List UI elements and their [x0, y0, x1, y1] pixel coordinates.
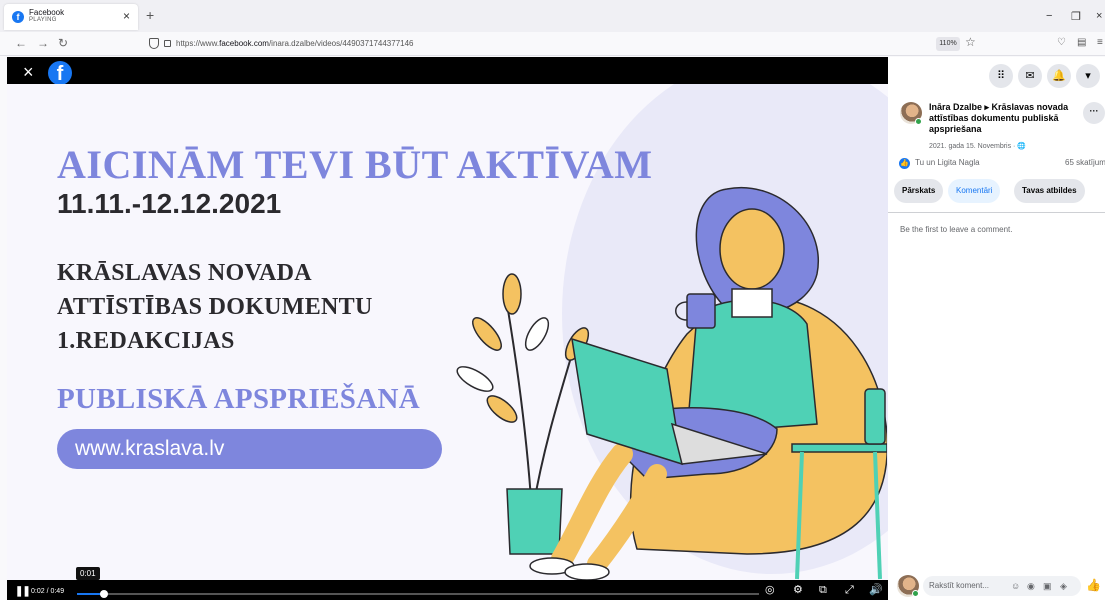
reader-icon[interactable]: ▤ [1077, 37, 1086, 49]
slide-line-2: ATTĪSTĪBAS DOKUMENTU [57, 294, 373, 320]
reactions-summary[interactable]: Tu un Ligita Nagla [915, 158, 980, 167]
lock-icon[interactable] [164, 40, 171, 47]
comment-input[interactable]: Rakstīt koment... ☺ ◉ ▣ ◈ [923, 576, 1081, 596]
tab-your-replies[interactable]: Tavas atbildes [1014, 179, 1085, 203]
comment-placeholder: Rakstīt koment... [929, 581, 990, 590]
more-options-icon[interactable]: ··· [1083, 102, 1105, 124]
volume-icon[interactable]: 🔊 [869, 585, 883, 596]
pocket-icon[interactable]: ♡ [1057, 37, 1066, 49]
restore-icon[interactable]: ❐ [1071, 10, 1081, 23]
sticker-icon[interactable]: ◈ [1060, 576, 1067, 596]
video-player[interactable]: × f AICINĀM TEVI BŪT AKTĪVAM 11.11.-12.1… [7, 57, 888, 600]
empty-comments-message: Be the first to leave a comment. [900, 225, 1013, 234]
close-tab-icon[interactable]: × [123, 10, 130, 22]
notifications-bell-icon[interactable]: 🔔 [1047, 64, 1071, 88]
tracking-shield-icon[interactable] [149, 38, 159, 49]
close-video-icon[interactable]: × [23, 63, 34, 81]
bookmark-star-icon[interactable]: ☆ [965, 36, 976, 48]
close-window-icon[interactable]: × [1096, 10, 1102, 22]
emoji-icon[interactable]: ☺ [1011, 576, 1020, 596]
url-bar[interactable]: https://www.facebook.com/inara.dzalbe/vi… [176, 39, 414, 48]
post-date[interactable]: 2021. gada 15. Novembris · 🌐 [929, 142, 1026, 150]
fullscreen-icon[interactable]: ⤢ [845, 585, 854, 596]
video-frame: AICINĀM TEVI BŪT AKTĪVAM 11.11.-12.12.20… [7, 84, 888, 580]
online-indicator [915, 118, 922, 125]
view-count: 65 skatījumi [1065, 158, 1105, 167]
seek-bar[interactable] [77, 590, 759, 598]
browser-tab-bar: f Facebook PLAYING × + − ❐ × [0, 0, 1105, 32]
pause-icon[interactable]: ❚❚ [15, 587, 31, 597]
captions-icon[interactable]: ◎ [765, 585, 775, 596]
video-time: 0:02 / 0:49 [31, 588, 65, 595]
slide-highlight: PUBLISKĀ APSPRIEŠANĀ [57, 383, 420, 415]
minimize-icon[interactable]: − [1046, 10, 1052, 22]
post-title[interactable]: Ināra Dzalbe ▸ Krāslavas novada attīstīb… [929, 102, 1074, 135]
facebook-favicon-icon: f [12, 11, 24, 23]
tab-title: Facebook [29, 8, 65, 17]
zoom-level[interactable]: 110% [936, 37, 960, 51]
tab-playing-status: PLAYING [29, 17, 57, 23]
slide-dates: 11.11.-12.12.2021 [57, 188, 282, 219]
reload-icon[interactable]: ↻ [58, 37, 68, 49]
camera-icon[interactable]: ◉ [1027, 576, 1035, 596]
slide-line-3: 1.REDAKCIJAS [57, 328, 235, 354]
gif-icon[interactable]: ▣ [1043, 576, 1052, 596]
like-reaction-icon[interactable]: 👍 [899, 158, 910, 169]
facebook-logo-icon[interactable]: f [48, 61, 72, 85]
tab-comments[interactable]: Komentāri [948, 179, 1001, 203]
divider [888, 212, 1105, 213]
browser-nav-bar: ← → ↻ https://www.facebook.com/inara.dza… [0, 32, 1105, 56]
browser-tab[interactable]: f Facebook PLAYING × [4, 4, 138, 30]
plant-illustration [456, 273, 590, 555]
new-tab-icon[interactable]: + [146, 8, 154, 22]
messenger-icon[interactable]: ✉ [1018, 64, 1042, 88]
slide-website: www.kraslava.lv [57, 429, 442, 469]
online-indicator [912, 590, 919, 597]
seek-tooltip: 0:01 [76, 567, 100, 580]
forward-icon[interactable]: → [37, 37, 49, 49]
comment-composer: Rakstīt koment... ☺ ◉ ▣ ◈ 👍 [888, 572, 1105, 600]
seek-handle[interactable] [100, 590, 109, 598]
menu-icon[interactable]: ≡ [1097, 37, 1103, 49]
video-controls: ❚❚ 0:02 / 0:49 ◎ ⚙ ⧉ ⤢ 🔊 [7, 580, 888, 600]
account-dropdown-icon[interactable]: ▾ [1076, 64, 1100, 88]
like-thumb-icon[interactable]: 👍 [1086, 578, 1101, 592]
woman-with-laptop-illustration [456, 186, 887, 580]
menu-grid-icon[interactable]: ⠿ [989, 64, 1013, 88]
post-side-panel: ⠿ ✉ 🔔 ▾ Ināra Dzalbe ▸ Krāslavas novada … [888, 57, 1105, 600]
back-icon[interactable]: ← [15, 37, 27, 49]
picture-in-picture-icon[interactable]: ⧉ [819, 585, 827, 596]
slide-line-1: KRĀSLAVAS NOVADA [57, 260, 312, 286]
tab-overview[interactable]: Pārskats [894, 179, 944, 203]
panel-tabs: Pārskats Komentāri Tavas atbildes [888, 179, 1105, 205]
settings-gear-icon[interactable]: ⚙ [793, 585, 803, 596]
